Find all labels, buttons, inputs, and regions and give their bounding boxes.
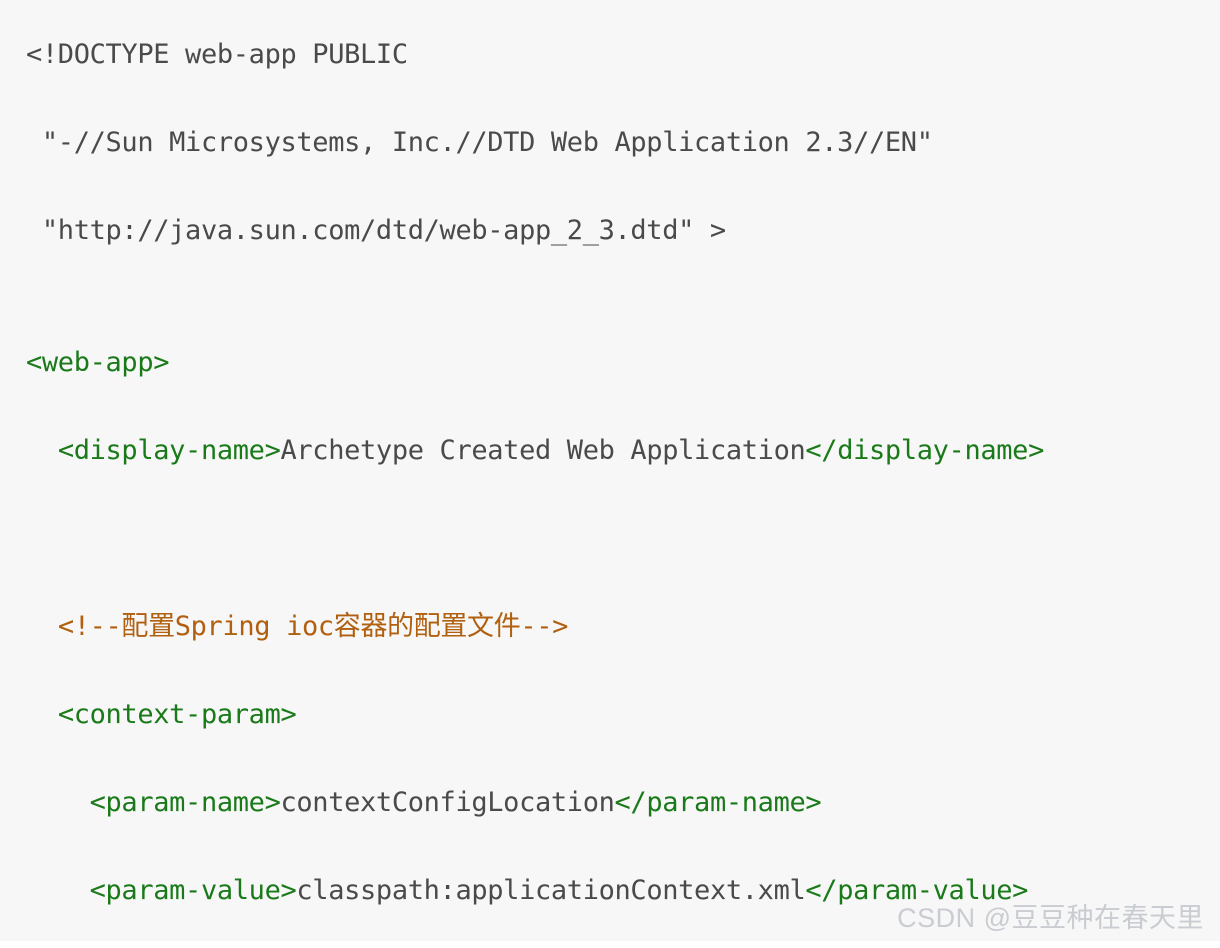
xml-close-tag: </display-name>: [805, 435, 1044, 466]
code-line: <context-param>: [26, 693, 1198, 737]
xml-doctype: "http://java.sun.com/dtd/web-app_2_3.dtd…: [41, 215, 726, 246]
xml-open-tag: <param-value>: [89, 875, 297, 906]
code-block[interactable]: <!DOCTYPE web-app PUBLIC "-//Sun Microsy…: [26, 33, 1198, 941]
xml-comment: <!--配置Spring ioc容器的配置文件-->: [57, 611, 569, 642]
bottom-strip: [0, 941, 1220, 948]
code-line: <!--配置Spring ioc容器的配置文件-->: [26, 605, 1198, 649]
code-line: "-//Sun Microsystems, Inc.//DTD Web Appl…: [26, 121, 1198, 165]
code-line: <display-name>Archetype Created Web Appl…: [26, 429, 1198, 473]
code-line: <!DOCTYPE web-app PUBLIC: [26, 33, 1198, 77]
xml-doctype: "-//Sun Microsystems, Inc.//DTD Web Appl…: [41, 127, 933, 158]
code-line: <web-app>: [26, 341, 1198, 385]
code-line: "http://java.sun.com/dtd/web-app_2_3.dtd…: [26, 209, 1198, 253]
xml-open-tag: <param-name>: [89, 787, 281, 818]
xml-open-tag: <display-name>: [57, 435, 281, 466]
xml-tag: <web-app>: [26, 347, 170, 378]
xml-element-text: contextConfigLocation: [280, 787, 615, 818]
code-line: <param-name>contextConfigLocation</param…: [26, 781, 1198, 825]
code-snippet-card: <!DOCTYPE web-app PUBLIC "-//Sun Microsy…: [0, 0, 1220, 941]
xml-tag: <context-param>: [57, 699, 297, 730]
csdn-watermark: CSDN @豆豆种在春天里: [897, 903, 1204, 933]
xml-element-text: classpath:applicationContext.xml: [296, 875, 806, 906]
xml-doctype: <!DOCTYPE web-app PUBLIC: [26, 39, 408, 70]
xml-element-text: Archetype Created Web Application: [280, 435, 806, 466]
xml-close-tag: </param-name>: [614, 787, 822, 818]
